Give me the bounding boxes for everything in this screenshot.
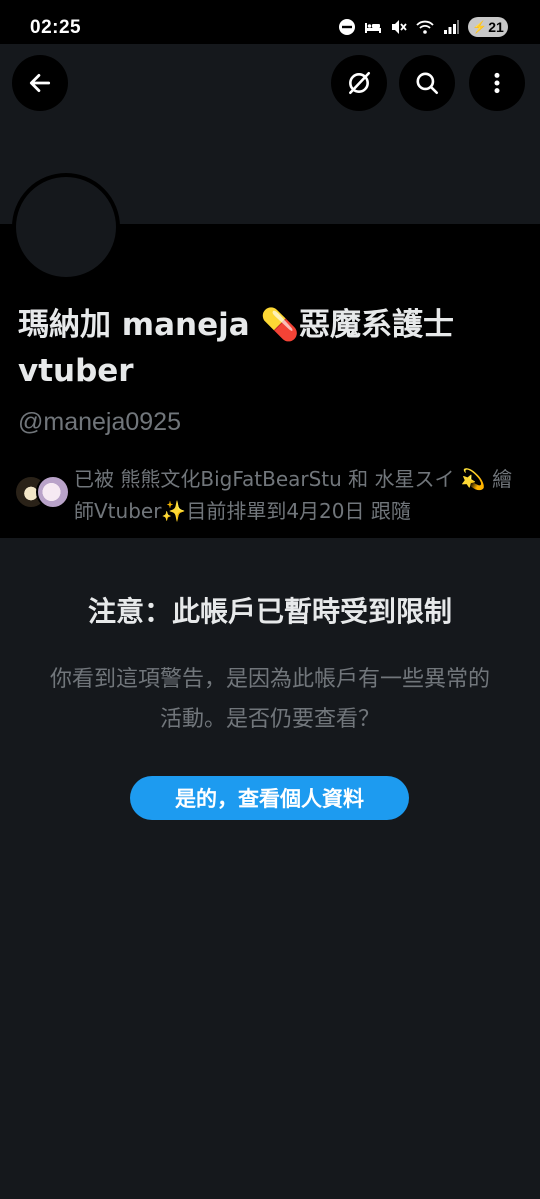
dnd-icon <box>339 19 355 35</box>
search-icon <box>416 72 439 95</box>
follower-avatar <box>36 475 70 509</box>
grok-button[interactable] <box>331 55 387 111</box>
search-button[interactable] <box>399 55 455 111</box>
arrow-left-icon <box>29 74 51 92</box>
grok-icon <box>349 71 371 95</box>
status-time: 02:25 <box>30 17 82 38</box>
followed-by-label: 已被 熊熊文化BigFatBearStu 和 水星スイ 💫 繪師Vtuber✨目… <box>74 467 513 523</box>
followed-by[interactable]: 已被 熊熊文化BigFatBearStu 和 水星スイ 💫 繪師Vtuber✨目… <box>14 463 524 529</box>
wifi-5g-icon <box>416 20 434 34</box>
user-handle: @maneja0925 <box>18 408 181 436</box>
warning-title: 注意：此帳戶已暫時受到限制 <box>87 595 452 628</box>
signal-icon <box>444 20 459 34</box>
status-icons: ⚡ 21 <box>338 17 508 37</box>
follower-avatars <box>14 475 74 511</box>
more-vertical-icon <box>494 72 500 94</box>
sleep-icon <box>365 23 381 33</box>
battery-level: 21 <box>488 19 504 35</box>
display-name: 瑪納加 maneja 💊惡魔系護士vtuber <box>18 307 455 389</box>
more-button[interactable] <box>469 55 525 111</box>
view-profile-button[interactable]: 是的，查看個人資料 <box>130 776 409 820</box>
status-bar: 02:25 ⚡ 21 <box>0 0 540 44</box>
avatar[interactable] <box>12 173 120 281</box>
back-button[interactable] <box>12 55 68 111</box>
mute-icon <box>392 20 407 34</box>
battery-indicator: ⚡ 21 <box>468 17 508 37</box>
followed-by-text: 已被 熊熊文化BigFatBearStu 和 水星スイ 💫 繪師Vtuber✨目… <box>74 463 524 527</box>
battery-icon: ⚡ <box>472 20 488 34</box>
warning-body: 你看到這項警告，是因為此帳戶有一些異常的活動。是否仍要查看？ <box>49 667 490 732</box>
